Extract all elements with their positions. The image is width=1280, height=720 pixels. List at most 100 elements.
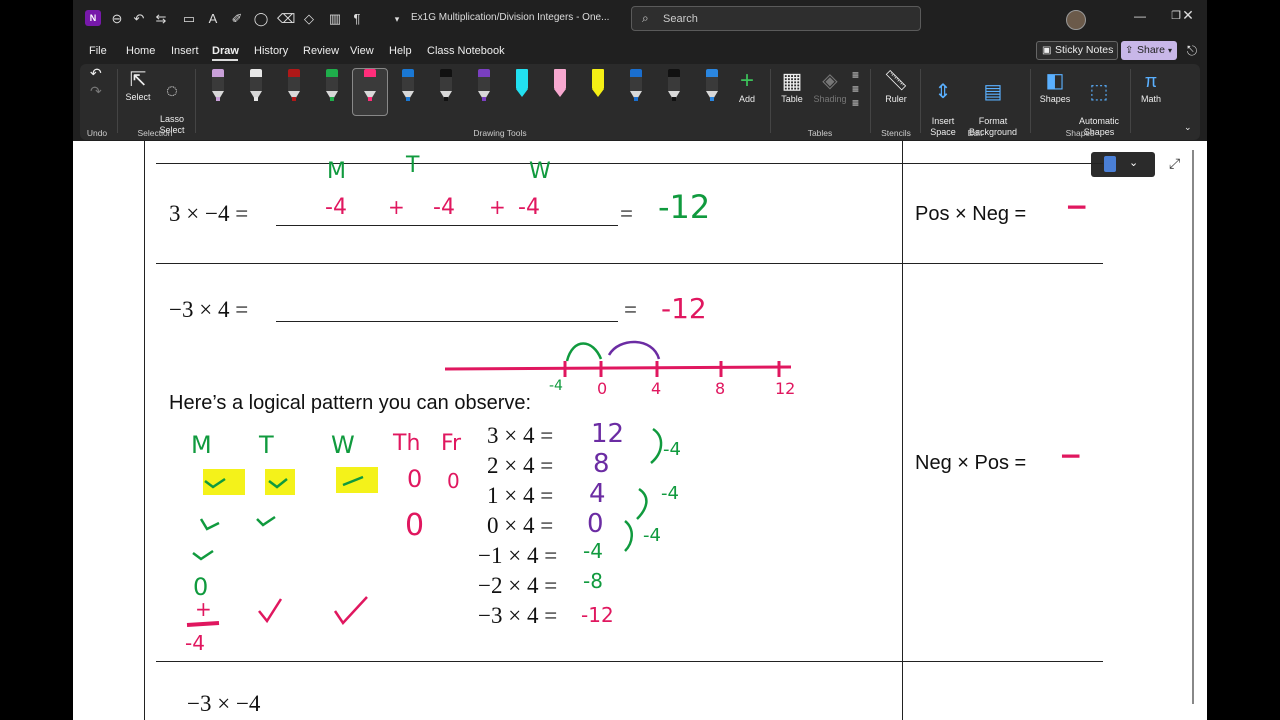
onenote-window: N ⊖ ↶ ⇆ ▭ A ✐ ◯ ⌫ ◇ ▥ ¶ ▾ Ex1G Multiplic… (73, 0, 1207, 720)
columns-icon[interactable]: ▥ (327, 11, 343, 27)
ink-day: M (191, 431, 212, 459)
add-label: Add (738, 94, 755, 104)
ink-zero: 0 (405, 508, 425, 543)
separator (195, 69, 196, 133)
pen-blue-icon[interactable] (398, 69, 418, 103)
tab-view[interactable]: View (350, 45, 374, 57)
automatic-shapes-icon: ⬚ (1089, 81, 1109, 103)
active-tab-indicator (212, 59, 238, 61)
pen-blue-2-icon[interactable] (626, 69, 646, 103)
undo-icon[interactable]: ↶ (90, 66, 102, 80)
tab-home[interactable]: Home (126, 45, 155, 57)
ink-day: Th (393, 431, 421, 456)
shading-button[interactable]: ◈ Shading (812, 68, 848, 105)
ink-step: -4 (663, 439, 681, 460)
pen-black-icon[interactable] (436, 69, 456, 103)
chevron-down-icon: ▾ (1167, 46, 1172, 55)
eraser-icon[interactable]: ⌫ (277, 11, 295, 27)
cursor-arrow-icon: ⇱ (129, 69, 147, 91)
pen-black-2-icon[interactable] (664, 69, 684, 103)
paint-bucket-icon: ◈ (822, 70, 838, 92)
document-title: Ex1G Multiplication/Division Integers - … (411, 12, 610, 23)
ink-pattern-answer: 0 (587, 509, 604, 539)
ink-tick-label: 8 (715, 379, 726, 398)
search-box[interactable]: ⌕ Search (631, 6, 921, 31)
text-color-icon[interactable]: A (205, 11, 221, 27)
collapse-ribbon-icon[interactable]: ⌄ (1184, 122, 1192, 133)
ink-mark: + (195, 597, 212, 621)
math-button[interactable]: π Math (1136, 68, 1166, 105)
ink-step: -4 (661, 483, 679, 504)
table-icon: ▦ (781, 68, 803, 93)
close-icon[interactable]: ✕ (1178, 7, 1198, 24)
search-icon: ⌕ (642, 11, 649, 25)
ink-zero: 0 (447, 469, 460, 493)
share-button[interactable]: ⇪ Share ▾ (1121, 41, 1177, 60)
tab-draw[interactable]: Draw (212, 45, 239, 57)
ink-pattern-answer: 12 (591, 419, 625, 449)
title-bar: N ⊖ ↶ ⇆ ▭ A ✐ ◯ ⌫ ◇ ▥ ¶ ▾ Ex1G Multiplic… (73, 0, 1207, 38)
drawing-tools-group-label: Drawing Tools (473, 128, 527, 138)
ink-day: W (331, 431, 355, 459)
separator (1030, 69, 1031, 133)
pencil-icon[interactable] (208, 69, 228, 103)
note-icon[interactable]: ▭ (181, 11, 197, 27)
highlighter-pink-icon[interactable] (550, 69, 570, 103)
customize-dropdown-icon[interactable]: ▾ (389, 11, 405, 27)
separator (770, 69, 771, 133)
shapes-button[interactable]: ◧ Shapes (1036, 68, 1074, 105)
sticky-notes-label: Sticky Notes (1055, 44, 1114, 56)
ink-day: T (259, 431, 274, 459)
undo-icon[interactable]: ↶ (131, 11, 147, 27)
math-label: Math (1140, 94, 1161, 104)
sticky-note-icon: ▣ (1042, 45, 1052, 56)
onenote-logo-icon: N (85, 10, 101, 26)
select-label: Select (125, 92, 151, 102)
vertical-scrollbar[interactable] (1192, 150, 1194, 704)
user-avatar[interactable] (1066, 10, 1086, 30)
pen-white-icon[interactable] (246, 69, 266, 103)
ink-pattern-answer: 4 (589, 479, 606, 509)
tab-history[interactable]: History (254, 45, 288, 57)
redo-icon[interactable]: ⇆ (153, 11, 169, 27)
separator (870, 69, 871, 133)
ink-day: Fr (441, 431, 462, 456)
fill-icon[interactable]: ◇ (301, 11, 317, 27)
note-page[interactable]: ⌄ ⤢ 3 × −4 = = Pos × Neg = −3 × 4 = = He… (73, 141, 1207, 720)
pen-blue-3-icon[interactable] (702, 69, 722, 103)
pen-red-icon[interactable] (284, 69, 304, 103)
tab-insert[interactable]: Insert (171, 45, 199, 57)
table-options-icon[interactable]: ≡ ≡ ≡ (852, 68, 859, 110)
tab-file[interactable]: File (89, 45, 107, 57)
select-button[interactable]: ⇱ Select (122, 68, 154, 103)
stencils-group-label: Stencils (881, 128, 911, 138)
ink-zero: 0 (407, 465, 423, 493)
table-button[interactable]: ▦ Table (776, 68, 808, 105)
pen-green-icon[interactable] (322, 69, 342, 103)
pen-purple-icon[interactable] (474, 69, 494, 103)
ink-number-line (186, 340, 792, 627)
shading-label: Shading (813, 94, 847, 104)
search-placeholder: Search (663, 13, 698, 25)
back-icon[interactable]: ⊖ (109, 11, 125, 27)
minimize-icon[interactable]: — (1130, 9, 1150, 23)
add-pen-button[interactable]: + Add (735, 68, 759, 105)
shapes-group-label: Shapes (1065, 128, 1095, 138)
pen-icon[interactable]: ✐ (229, 11, 245, 27)
ruler-button[interactable]: 📏︎ Ruler (880, 68, 912, 105)
redo-icon[interactable]: ↷ (90, 84, 102, 98)
ink-pattern-answer: -8 (583, 569, 603, 593)
highlighter-yellow-icon[interactable] (588, 69, 608, 103)
pi-icon: π (1144, 71, 1158, 91)
pen-pink-icon[interactable] (360, 69, 380, 103)
paragraph-icon[interactable]: ¶ (349, 11, 365, 27)
shapes-icon[interactable]: ◯ (253, 11, 269, 27)
highlighter-cyan-icon[interactable] (512, 69, 532, 103)
tab-review[interactable]: Review (303, 45, 339, 57)
share-icon: ⇪ (1125, 45, 1134, 56)
share-label: Share (1137, 44, 1166, 56)
tab-class-notebook[interactable]: Class Notebook (427, 45, 505, 57)
feedback-icon[interactable]: ⎋ (1184, 43, 1200, 59)
sticky-notes-button[interactable]: ▣ Sticky Notes (1036, 41, 1118, 60)
tab-help[interactable]: Help (389, 45, 412, 57)
